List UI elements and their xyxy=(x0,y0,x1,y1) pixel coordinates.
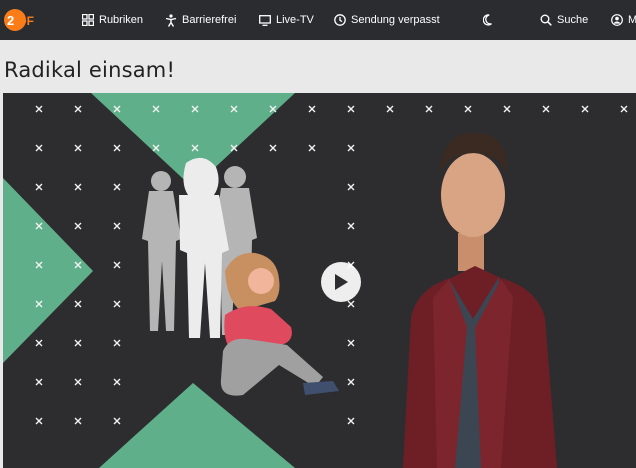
nav-label: Barrierefrei xyxy=(182,14,237,26)
nav-suche[interactable]: Suche xyxy=(540,0,588,40)
play-button[interactable] xyxy=(321,262,361,302)
nav-label: Suche xyxy=(557,14,589,26)
search-icon xyxy=(540,14,552,26)
svg-text:2: 2 xyxy=(7,13,14,28)
grid-icon xyxy=(82,14,94,26)
nav-account[interactable]: M xyxy=(611,0,636,40)
nav-label: Sendung verpasst xyxy=(351,14,440,26)
svg-text:DF: DF xyxy=(18,14,34,28)
hero-image xyxy=(3,93,628,468)
moon-icon xyxy=(483,14,492,26)
nav-rubriken[interactable]: Rubriken xyxy=(82,0,143,40)
nav-label: Rubriken xyxy=(99,14,144,26)
user-icon xyxy=(611,14,623,26)
hero-teaser[interactable] xyxy=(3,93,636,468)
nav-live-tv[interactable]: Live-TV xyxy=(259,0,314,40)
top-navigation: 2 DF Rubriken Barrierefrei Live-TV Sendu… xyxy=(0,0,636,40)
dark-mode-toggle[interactable] xyxy=(483,0,500,40)
nav-label: Live-TV xyxy=(276,14,314,26)
play-icon xyxy=(335,274,348,290)
nav-barrierefrei[interactable]: Barrierefrei xyxy=(165,0,236,40)
accessibility-icon xyxy=(165,13,177,27)
zdf-logo[interactable]: 2 DF xyxy=(2,7,46,33)
tv-icon xyxy=(259,14,271,26)
nav-sendung-verpasst[interactable]: Sendung verpasst xyxy=(334,0,440,40)
nav-label: M xyxy=(628,14,636,26)
page-title: Radikal einsam! xyxy=(4,58,176,82)
clock-icon xyxy=(334,14,346,26)
